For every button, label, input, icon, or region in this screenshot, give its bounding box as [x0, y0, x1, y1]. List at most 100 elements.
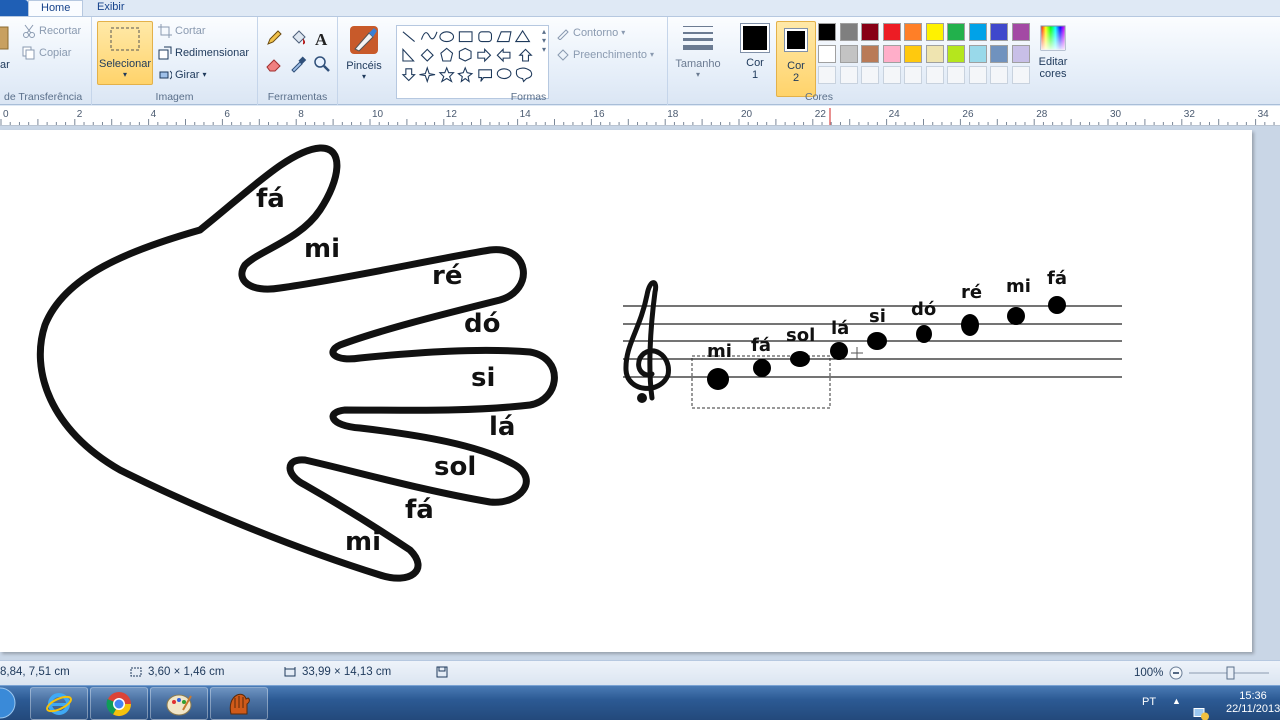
palette-custom-swatch[interactable]: [968, 66, 987, 84]
taskbar-chrome[interactable]: [90, 687, 148, 720]
magnifier-icon[interactable]: [313, 55, 331, 73]
shapes-gallery[interactable]: [396, 25, 549, 99]
fill-icon[interactable]: [289, 29, 307, 47]
windows-taskbar: PT ▲ 15:36 22/11/2013: [0, 685, 1280, 720]
palette-swatch[interactable]: [861, 23, 879, 41]
line-size-icon: [683, 26, 713, 50]
palette-swatch[interactable]: [925, 44, 944, 63]
palette-swatch[interactable]: [990, 44, 1008, 63]
ruler-label: 34: [1258, 109, 1270, 120]
zoom-out-icon[interactable]: [1169, 666, 1183, 680]
clock-time: 15:36: [1239, 690, 1267, 702]
palette-custom-swatch[interactable]: [1011, 66, 1030, 84]
palette-swatch[interactable]: [839, 44, 858, 63]
palette-custom-swatch[interactable]: [904, 66, 922, 84]
crop-button[interactable]: Cortar: [158, 21, 206, 40]
image-size: 33,99 × 14,13 cm: [284, 666, 391, 678]
palette-swatch[interactable]: [925, 23, 944, 41]
palette-swatch[interactable]: [947, 23, 965, 41]
brushes-button[interactable]: Pincéis ▾: [342, 23, 386, 89]
note-head: [867, 332, 887, 350]
clipboard-group: ar Recortar Copiar de Transferência: [0, 17, 92, 105]
file-menu-button[interactable]: [0, 0, 28, 16]
treble-clef-icon: [623, 280, 671, 403]
palette-custom-swatch[interactable]: [947, 66, 965, 84]
taskbar-paint[interactable]: [150, 687, 208, 720]
palette-swatch[interactable]: [1011, 23, 1030, 41]
note-head: [916, 325, 932, 343]
rotate-button[interactable]: Girar ▾: [158, 65, 206, 84]
palette-swatch[interactable]: [818, 44, 836, 63]
chevron-down-icon: ▾: [361, 72, 366, 81]
taskbar-app[interactable]: [210, 687, 268, 720]
chevron-down-icon: ▾: [695, 70, 700, 79]
ruler-label: 2: [77, 109, 83, 120]
image-size-icon: [284, 667, 296, 677]
color1-button[interactable]: Cor 1: [736, 23, 774, 93]
palette-swatch[interactable]: [882, 23, 901, 41]
zoom-control: 100%: [1134, 666, 1270, 680]
color2-swatch: [787, 31, 805, 49]
selection-size: 3,60 × 1,46 cm: [130, 666, 224, 678]
palette-swatch[interactable]: [818, 23, 836, 41]
hand-note-label: lá: [489, 412, 516, 442]
palette-swatch[interactable]: [904, 44, 922, 63]
paste-button[interactable]: ar: [0, 21, 14, 83]
palette-custom-swatch[interactable]: [839, 66, 858, 84]
chevron-up-icon[interactable]: ▲: [1172, 696, 1181, 720]
palette-custom-swatch[interactable]: [861, 66, 879, 84]
outline-label: Contorno: [573, 26, 619, 39]
palette-swatch[interactable]: [990, 23, 1008, 41]
edit-colors-button[interactable]: Editar cores: [1032, 23, 1074, 93]
selection-icon: [110, 27, 140, 51]
palette-swatch[interactable]: [947, 44, 965, 63]
pencil-icon[interactable]: [265, 29, 283, 47]
palette-swatch[interactable]: [968, 23, 987, 41]
zoom-slider[interactable]: [1189, 666, 1270, 680]
shapes-scroll-icon[interactable]: ▴ ▾ ▾: [542, 27, 550, 54]
drawing-canvas[interactable]: fá mi ré dó si lá sol fá mi mi fá sol lá…: [0, 130, 1252, 652]
palette-swatch[interactable]: [861, 44, 879, 63]
copy-button[interactable]: Copiar: [22, 43, 71, 62]
ribbon-tab-bar: Home Exibir: [0, 0, 1280, 17]
palette-swatch[interactable]: [839, 23, 858, 41]
select-button[interactable]: Selecionar ▾: [97, 21, 153, 85]
resize-button[interactable]: Redimensionar: [158, 43, 249, 62]
language-indicator[interactable]: PT: [1142, 696, 1156, 720]
taskbar-ie[interactable]: [30, 687, 88, 720]
color2-button[interactable]: Cor 2: [776, 21, 816, 97]
colors-group: Cor 1 Cor 2 Editar cores Cores: [728, 17, 1080, 105]
selection-size-value: 3,60 × 1,46 cm: [148, 666, 225, 678]
palette-swatch[interactable]: [1011, 44, 1030, 63]
note-head: [790, 351, 810, 367]
palette-custom-swatch[interactable]: [882, 66, 901, 84]
ruler-label: 26: [962, 109, 974, 120]
palette-custom-swatch[interactable]: [925, 66, 944, 84]
fill-shape-button[interactable]: Preenchimento ▾: [556, 45, 654, 64]
tab-home[interactable]: Home: [28, 0, 84, 17]
text-icon[interactable]: A: [313, 29, 331, 47]
color-picker-icon[interactable]: [289, 55, 307, 73]
palette-custom-swatch[interactable]: [818, 66, 836, 84]
hand-note-label: dó: [464, 309, 501, 339]
ruler-label: 18: [667, 109, 679, 120]
palette-swatch[interactable]: [882, 44, 901, 63]
clock[interactable]: 15:36 22/11/2013: [1226, 690, 1280, 720]
eraser-icon[interactable]: [265, 55, 283, 73]
outline-button[interactable]: Contorno ▾: [556, 23, 625, 42]
palette-swatch[interactable]: [968, 44, 987, 63]
hand-note-label: mi: [345, 527, 382, 557]
color1-num: 1: [751, 69, 759, 81]
staff-note-label: mi: [707, 341, 732, 362]
palette-custom-swatch[interactable]: [990, 66, 1008, 84]
tools-group-label: Ferramentas: [267, 91, 328, 103]
image-group: Selecionar ▾ Cortar Redimensionar Girar …: [92, 17, 258, 105]
network-icon[interactable]: [1192, 696, 1210, 720]
cut-button[interactable]: Recortar: [22, 21, 81, 40]
disk-icon: [436, 666, 448, 678]
palette-swatch[interactable]: [904, 23, 922, 41]
color1-swatch: [743, 26, 767, 50]
size-button[interactable]: Tamanho ▾: [674, 23, 722, 89]
start-button-icon[interactable]: [0, 686, 16, 720]
tab-view[interactable]: Exibir: [85, 0, 137, 17]
